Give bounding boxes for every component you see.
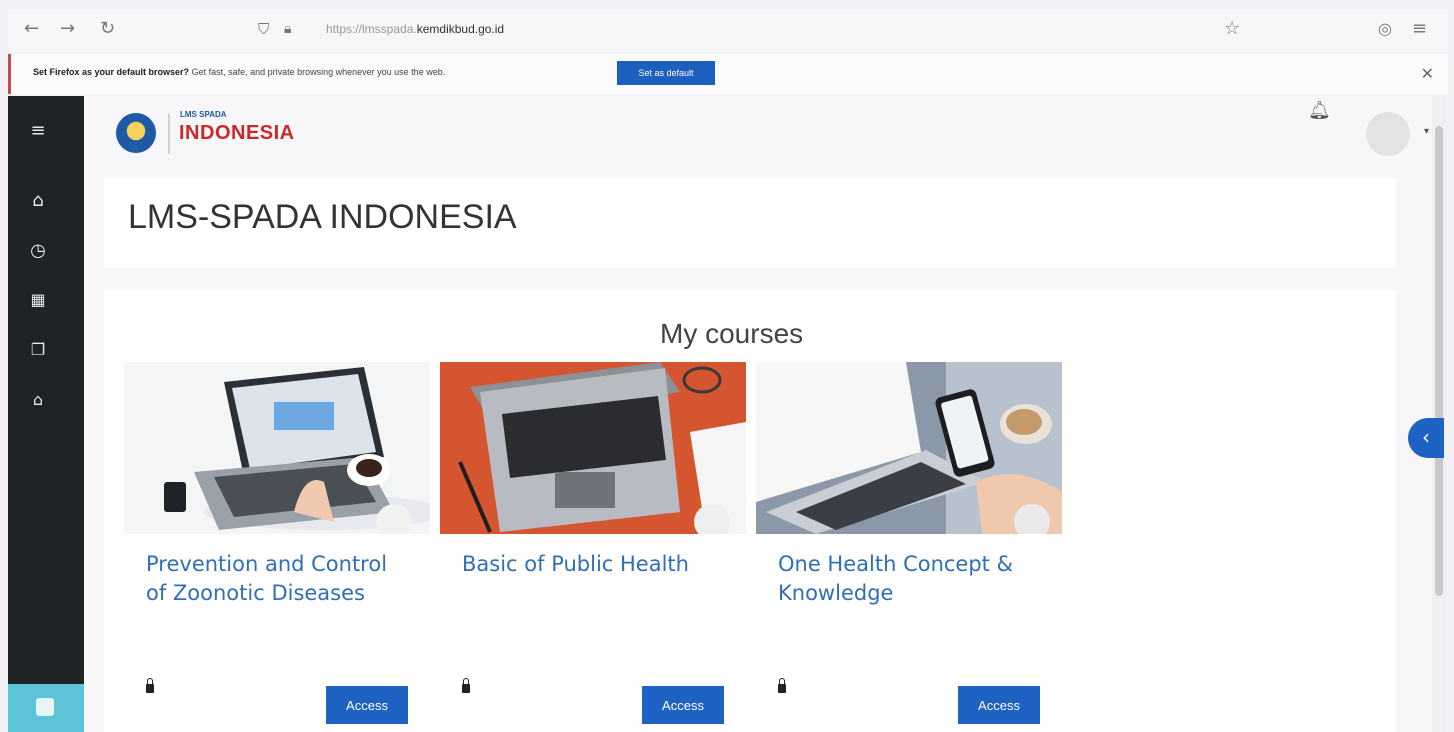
drawer-toggle-chevron-left-icon[interactable]: ‹ xyxy=(1408,418,1444,458)
course-title[interactable]: Basic of Public Health xyxy=(462,550,722,579)
rail-bottom-button[interactable] xyxy=(8,684,84,732)
notification-message: Set Firefox as your default browser? Get… xyxy=(33,67,445,77)
close-icon[interactable]: ✕ xyxy=(1421,64,1434,83)
courses-icon[interactable]: ⌂ xyxy=(8,390,68,409)
menu-icon[interactable]: ≡ xyxy=(1412,19,1427,39)
course-card: One Health Concept & Knowledge Access xyxy=(756,362,1064,732)
dashboard-icon[interactable]: ◷ xyxy=(8,240,68,261)
reload-icon[interactable]: ↻ xyxy=(100,19,115,39)
course-title[interactable]: One Health Concept & Knowledge xyxy=(778,550,1038,608)
chevron-down-icon[interactable]: ▾ xyxy=(1424,126,1429,137)
forward-icon[interactable]: → xyxy=(60,19,75,39)
notification-bold-text: Set Firefox as your default browser? xyxy=(33,67,190,77)
shield-icon[interactable]: ⛉ xyxy=(258,19,269,39)
access-button[interactable]: Access xyxy=(958,686,1040,724)
access-button[interactable]: Access xyxy=(642,686,724,724)
left-rail: ≡ ⌂ ◷ ▦ ❐ ⌂ xyxy=(8,96,84,732)
address-bar[interactable]: https://lmsspada.kemdikbud.go.id xyxy=(326,22,504,36)
star-icon[interactable]: ☆ xyxy=(1224,19,1240,39)
course-image[interactable] xyxy=(756,362,1062,534)
bell-icon[interactable]: 🔔︎ xyxy=(1308,100,1331,121)
lock-icon xyxy=(146,678,154,693)
scroll-thumb[interactable] xyxy=(1435,126,1443,596)
chat-icon xyxy=(36,698,54,716)
home-icon[interactable]: ⌂ xyxy=(8,190,68,211)
lock-icon xyxy=(778,678,786,693)
url-domain: kemdikbud.go.id xyxy=(416,22,505,36)
page-title: LMS-SPADA INDONESIA xyxy=(128,198,517,236)
back-icon[interactable]: ← xyxy=(24,19,39,39)
calendar-icon[interactable]: ▦ xyxy=(8,290,68,309)
course-image[interactable] xyxy=(440,362,746,534)
url-prefix: https://lmsspada. xyxy=(326,22,417,36)
my-courses-section: My courses Prevention and Control of Zoo… xyxy=(104,290,1396,732)
account-icon[interactable]: ◎ xyxy=(1378,19,1392,39)
course-image[interactable] xyxy=(124,362,430,534)
course-title[interactable]: Prevention and Control of Zoonotic Disea… xyxy=(146,550,406,608)
access-button[interactable]: Access xyxy=(326,686,408,724)
hamburger-icon[interactable]: ≡ xyxy=(8,120,68,141)
course-card: Prevention and Control of Zoonotic Disea… xyxy=(124,362,432,732)
page-title-card: LMS-SPADA INDONESIA xyxy=(104,178,1396,268)
scrollbar[interactable] xyxy=(1432,96,1446,732)
site-header: LMS SPADA INDONESIA 🔔︎ ▾ xyxy=(104,96,1429,174)
course-card: Basic of Public Health Access xyxy=(440,362,748,732)
browser-window: ← → ↻ ⛉ 🔒︎ https://lmsspada.kemdikbud.go… xyxy=(0,0,1454,732)
files-icon[interactable]: ❐ xyxy=(8,340,68,359)
set-as-default-button[interactable]: Set as default xyxy=(617,61,715,85)
browser-toolbar: ← → ↻ ⛉ 🔒︎ https://lmsspada.kemdikbud.go… xyxy=(8,10,1448,52)
notification-text: Get fast, safe, and private browsing whe… xyxy=(191,67,446,77)
default-browser-notification: Set Firefox as your default browser? Get… xyxy=(8,54,1448,94)
main-content: LMS SPADA INDONESIA 🔔︎ ▾ LMS-SPADA INDON… xyxy=(84,96,1434,732)
avatar[interactable] xyxy=(1366,112,1410,156)
logo-divider xyxy=(168,114,170,154)
courses-heading: My courses xyxy=(660,318,804,349)
lock-icon[interactable]: 🔒︎ xyxy=(284,19,291,39)
logo-small-text: LMS SPADA xyxy=(180,110,227,119)
lock-icon xyxy=(462,678,470,693)
emblem-logo[interactable] xyxy=(116,113,156,153)
logo-big-text: INDONESIA xyxy=(179,122,295,144)
